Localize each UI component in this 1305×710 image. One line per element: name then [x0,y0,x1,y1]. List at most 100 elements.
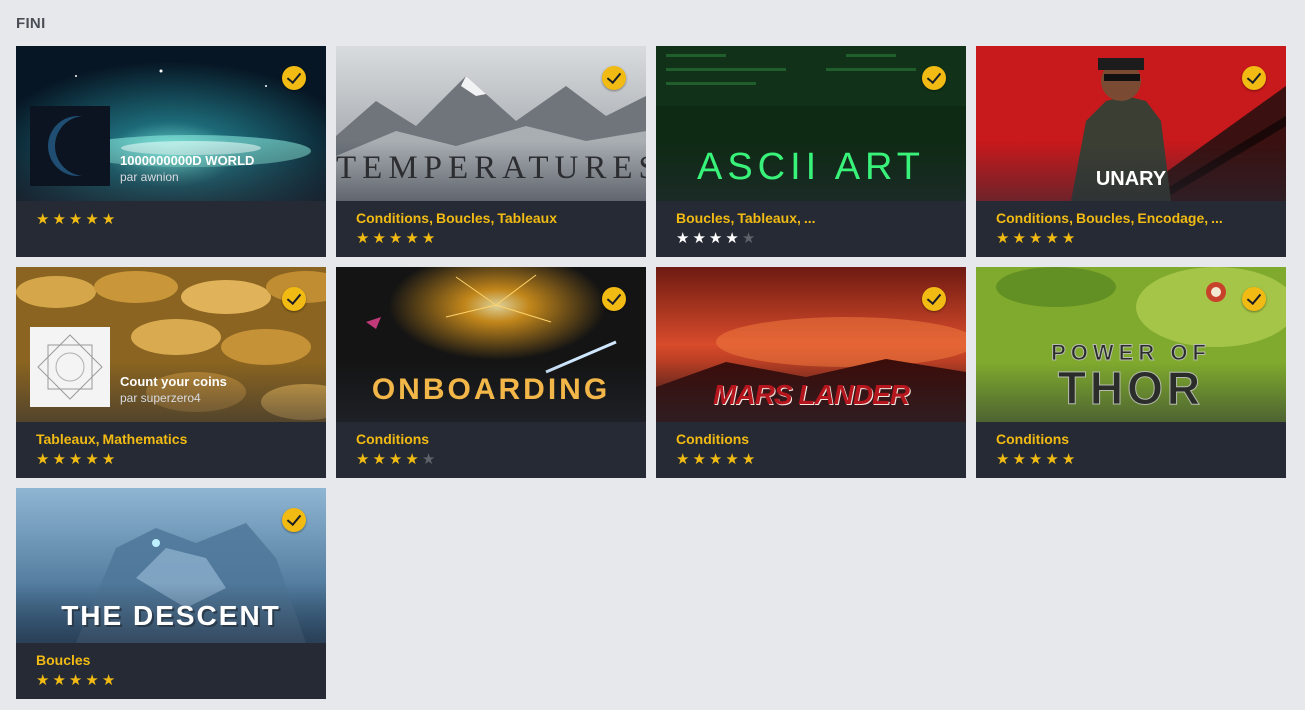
tag-link[interactable]: Tableaux [36,431,96,447]
puzzle-card-temperatures[interactable]: TEMPERATURES Conditions, Boucles, Tableaux… [336,46,646,257]
star-icon: ★ [388,451,406,468]
tag-link[interactable]: Boucles [436,210,490,226]
more-tags[interactable]: ... [804,210,816,226]
tag-list: Conditions, Boucles, Tableaux [356,210,558,226]
star-empty-icon: ★ [741,230,759,247]
star-icon: ★ [52,211,69,228]
star-icon: ★ [85,451,102,468]
star-icon: ★ [1061,451,1079,468]
tag-list: Conditions [676,431,749,447]
puzzle-card-mars-lander[interactable]: MARS LANDER Conditions ★★★★★ [656,267,966,478]
star-icon: ★ [52,451,69,468]
star-icon: ★ [372,230,389,247]
more-tags[interactable]: ... [1211,210,1223,226]
star-icon: ★ [676,451,693,468]
star-icon: ★ [741,451,759,468]
tag-link[interactable]: Conditions [356,431,429,447]
puzzle-cover: MARS LANDER [656,267,966,422]
star-icon: ★ [1045,451,1062,468]
tag-link[interactable]: Conditions [996,431,1069,447]
puzzle-cover: ASCII ART [656,46,966,201]
star-icon: ★ [1045,230,1062,247]
puzzle-grid: 1000000000D WORLD par awnion ★★★★★ TEMPE… [16,46,1286,699]
rating-stars: ★★★★★ [36,671,118,691]
puzzle-thumbnail [30,106,110,186]
cover-title: ASCII ART [696,146,926,188]
star-icon: ★ [372,451,389,468]
star-icon: ★ [421,230,439,247]
tag-list: Boucles, Tableaux,... [676,210,816,226]
star-icon: ★ [85,211,102,228]
rating-stars: ★★★★★ [996,229,1078,249]
tag-link[interactable]: Mathematics [103,431,188,447]
star-icon: ★ [708,230,726,247]
tag-link[interactable]: Conditions [676,431,749,447]
check-icon [1242,66,1266,90]
star-icon: ★ [1012,451,1029,468]
rating-stars: ★★★★★ [36,210,118,230]
rating-stars: ★★★★★ [356,229,438,249]
tag-link[interactable]: Boucles [36,652,90,668]
star-icon: ★ [1012,230,1029,247]
tag-link[interactable]: Conditions [356,210,429,226]
puzzle-card-power-of-thor[interactable]: POWER OF THOR Conditions ★★★★★ [976,267,1286,478]
puzzle-cover: UNARY [976,46,1286,201]
cover-title-line-2: THOR [1057,362,1205,415]
star-icon: ★ [36,451,53,468]
puzzle-cover: 1000000000D WORLD par awnion [16,46,326,201]
star-icon: ★ [692,451,709,468]
star-icon: ★ [68,211,86,228]
star-icon: ★ [996,230,1013,247]
check-icon [922,287,946,311]
check-icon [282,66,306,90]
tag-link[interactable]: Tableaux [497,210,557,226]
star-icon: ★ [996,451,1013,468]
tag-list: Conditions [356,431,429,447]
puzzle-name: 1000000000D WORLD [120,153,255,168]
puzzle-cover: THE DESCENT [16,488,326,643]
star-icon: ★ [68,451,86,468]
puzzle-card-onboarding[interactable]: ONBOARDING Conditions ★★★★★ [336,267,646,478]
rating-stars: ★★★★★ [356,450,438,470]
puzzle-card-unary[interactable]: UNARY Conditions, Boucles, Encodage,... ★★… [976,46,1286,257]
star-icon: ★ [676,230,693,247]
tag-link[interactable]: Encodage [1137,210,1204,226]
tag-link[interactable]: Boucles [1076,210,1130,226]
rating-stars: ★★★★★ [676,450,758,470]
puzzle-cover: POWER OF THOR [976,267,1286,422]
puzzle-author: par superzero4 [120,391,201,405]
star-icon: ★ [68,672,86,689]
star-icon: ★ [36,672,53,689]
check-icon [602,287,626,311]
rating-stars: ★★★★★ [36,450,118,470]
puzzle-name: Count your coins [120,374,227,389]
puzzle-card-1000000000d-world[interactable]: 1000000000D WORLD par awnion ★★★★★ [16,46,326,257]
check-icon [282,287,306,311]
cover-title: THE DESCENT [61,600,281,631]
star-icon: ★ [101,672,119,689]
star-icon: ★ [405,451,422,468]
star-icon: ★ [1028,230,1046,247]
star-icon: ★ [356,451,373,468]
check-icon [602,66,626,90]
tag-link[interactable]: Conditions [996,210,1069,226]
check-icon [282,508,306,532]
star-icon: ★ [405,230,422,247]
star-icon: ★ [708,451,726,468]
cover-title: UNARY [1095,168,1167,190]
star-icon: ★ [101,211,119,228]
cover-title: TEMPERATURES [336,150,646,186]
puzzle-card-count-your-coins[interactable]: Count your coins par superzero4 Tableaux… [16,267,326,478]
puzzle-cover: ONBOARDING [336,267,646,422]
puzzle-card-the-descent[interactable]: THE DESCENT Boucles ★★★★★ [16,488,326,699]
star-icon: ★ [52,672,69,689]
puzzle-card-ascii-art[interactable]: ASCII ART Boucles, Tableaux,... ★★★★★ [656,46,966,257]
star-icon: ★ [725,230,742,247]
star-empty-icon: ★ [421,451,439,468]
tag-link[interactable]: Tableaux [737,210,797,226]
tag-list: Tableaux, Mathematics [36,431,188,447]
star-icon: ★ [692,230,709,247]
check-icon [1242,287,1266,311]
rating-stars: ★★★★★ [996,450,1078,470]
tag-link[interactable]: Boucles [676,210,730,226]
